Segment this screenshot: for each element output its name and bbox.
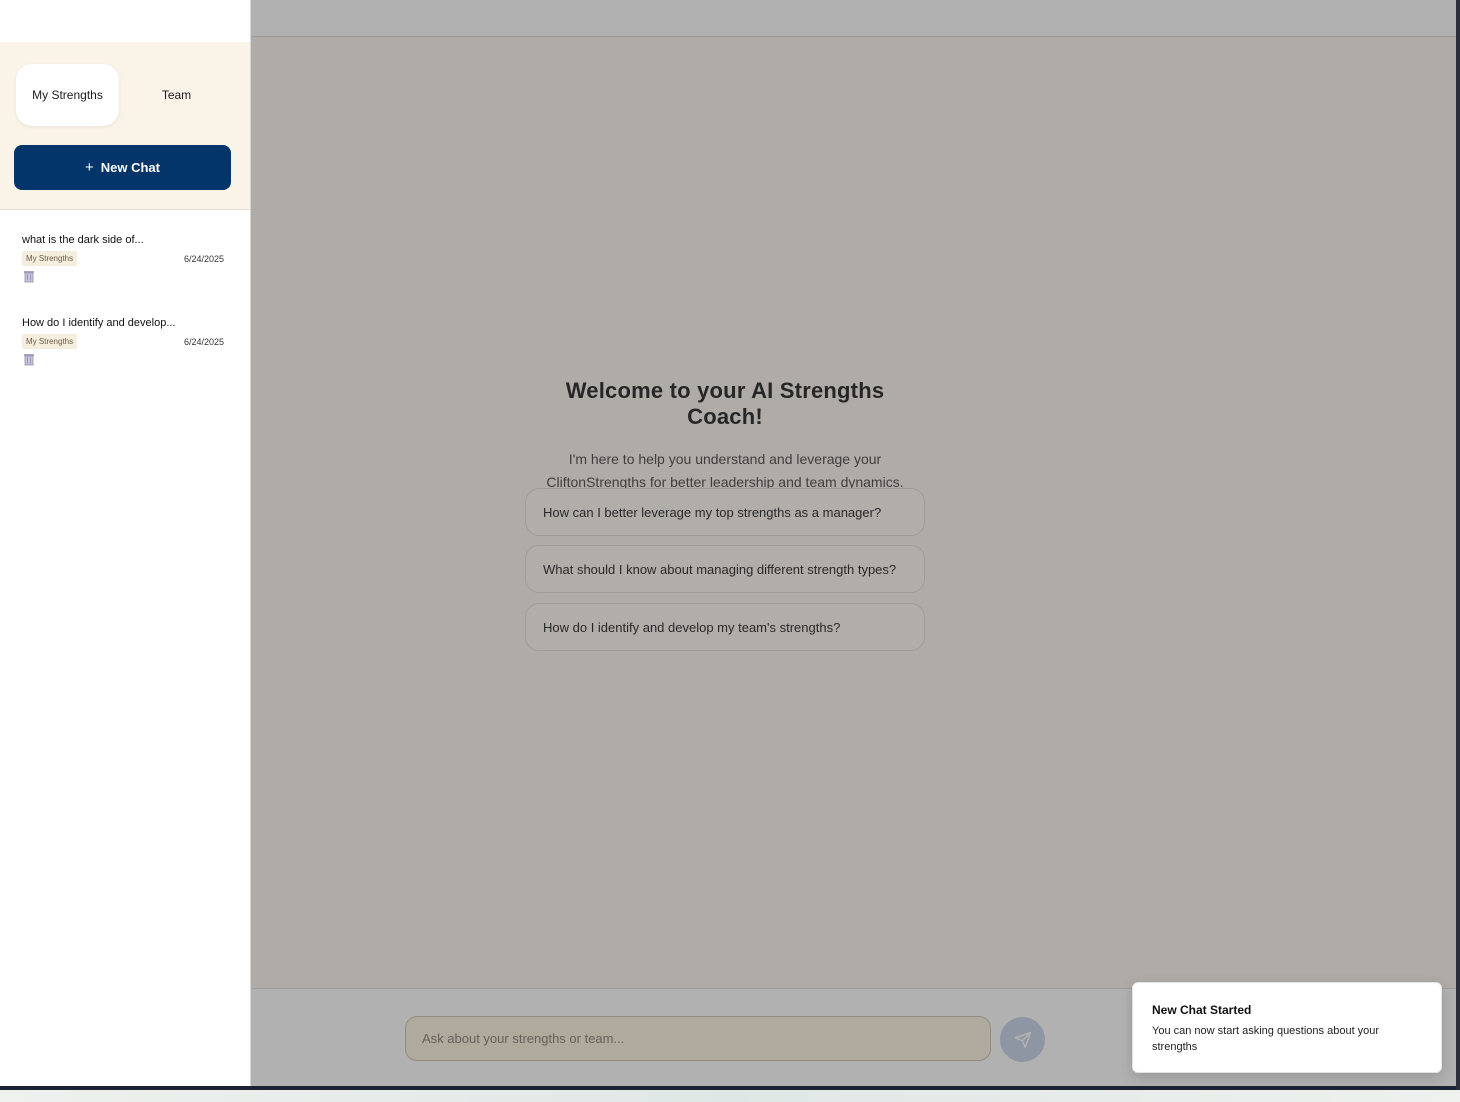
suggestion-button[interactable]: How do I identify and develop my team's … [525,603,925,651]
main-header [251,0,1456,37]
tab-team[interactable]: Team [125,64,228,126]
sidebar-header: My Strengths Team + New Chat [0,42,250,210]
chat-main: Welcome to your AI Strengths Coach! I'm … [251,0,1456,1086]
new-chat-button[interactable]: + New Chat [14,145,231,190]
suggestion-label: How can I better leverage my top strengt… [543,504,882,520]
chat-date: 6/24/2025 [183,336,224,347]
chat-badge: My Strengths [22,251,78,266]
send-button[interactable] [1000,1017,1045,1062]
chat-history-item[interactable]: How do I identify and develop... My Stre… [22,317,224,371]
suggestion-button[interactable]: How can I better leverage my top strengt… [525,488,925,536]
sidebar: My Strengths Team + New Chat what is the… [0,0,251,1086]
tab-my-strengths-label: My Strengths [32,88,103,102]
welcome-title: Welcome to your AI Strengths Coach! [565,378,885,429]
window-edge [1456,0,1460,1090]
chat-title: How do I identify and develop... [22,317,176,329]
toast-body: You can now start asking questions about… [1152,1025,1380,1053]
taskbar-strip [0,1090,1460,1102]
trash-icon[interactable] [22,352,36,366]
toast-notification: New Chat Started You can now start askin… [1132,982,1442,1073]
tab-my-strengths[interactable]: My Strengths [16,64,119,126]
plus-icon: + [85,159,94,176]
chat-history-item[interactable]: what is the dark side of... My Strengths… [22,234,224,288]
chat-date: 6/24/2025 [183,253,224,264]
new-chat-label: New Chat [100,160,160,175]
suggestion-label: What should I know about managing differ… [543,561,897,577]
welcome-panel: Welcome to your AI Strengths Coach! I'm … [525,378,925,494]
chat-title: what is the dark side of... [22,234,144,246]
send-icon [1014,1031,1031,1048]
tab-team-label: Team [161,88,192,102]
suggestion-label: How do I identify and develop my team's … [543,619,841,635]
suggestion-button[interactable]: What should I know about managing differ… [525,545,925,593]
chat-input[interactable] [405,1016,991,1061]
app-window: My Strengths Team + New Chat what is the… [0,0,1456,1086]
toast-title: New Chat Started [1152,1003,1252,1017]
chat-badge: My Strengths [22,334,78,349]
trash-icon[interactable] [22,269,36,283]
